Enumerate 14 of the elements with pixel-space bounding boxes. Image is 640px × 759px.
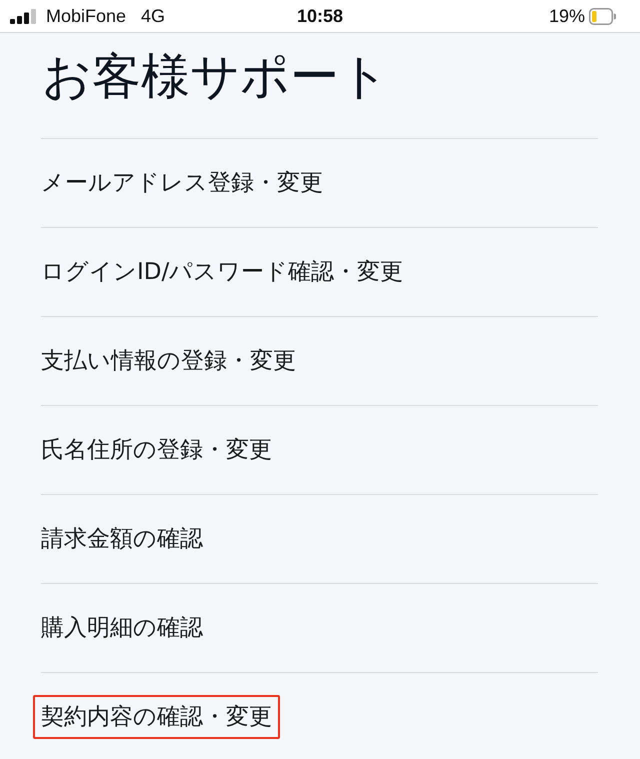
menu-item[interactable]: ログインID/パスワード確認・変更 <box>33 250 412 294</box>
signal-icon <box>10 8 38 24</box>
battery-percent: 19% <box>548 6 585 26</box>
menu-item[interactable]: 支払い情報の登録・変更 <box>33 339 304 383</box>
menu-item[interactable]: 契約内容の確認・変更 <box>33 695 280 739</box>
network-type: 4G <box>141 6 166 26</box>
clock-time: 10:58 <box>296 6 344 26</box>
battery-icon <box>589 8 616 24</box>
menu-item[interactable]: 氏名住所の登録・変更 <box>33 428 280 472</box>
menu-item[interactable]: 購入明細の確認 <box>33 606 211 650</box>
menu-item[interactable]: 請求金額の確認 <box>33 517 211 561</box>
menu-item[interactable]: メールアドレス登録・変更 <box>33 161 331 205</box>
carrier-name: MobiFone <box>46 6 126 26</box>
page-title: お客様サポート <box>41 47 390 107</box>
